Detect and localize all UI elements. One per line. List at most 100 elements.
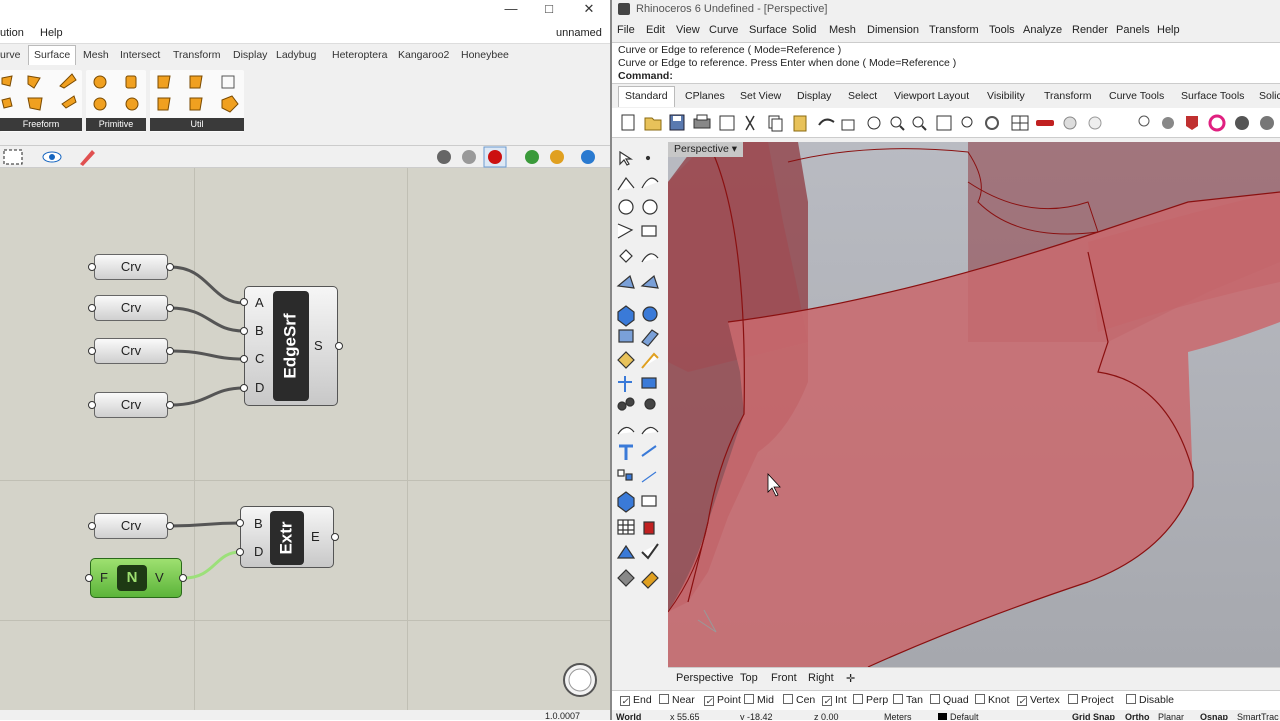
crv-param-2[interactable]: Crv bbox=[94, 295, 168, 321]
sphere-icon[interactable] bbox=[1235, 116, 1249, 130]
wireframe-preview-icon[interactable] bbox=[462, 150, 476, 164]
fillet-icon[interactable] bbox=[617, 426, 635, 435]
input-grip[interactable] bbox=[88, 263, 96, 271]
sketch-pen-icon[interactable] bbox=[80, 150, 95, 166]
viewport-tab-top[interactable]: Top bbox=[740, 672, 758, 684]
new-file-icon[interactable] bbox=[621, 114, 635, 131]
crv-param-5[interactable]: Crv bbox=[94, 513, 168, 539]
polyline-icon[interactable] bbox=[617, 176, 635, 191]
minimize-icon[interactable]: — bbox=[492, 0, 530, 20]
osnap-near[interactable]: Near bbox=[659, 694, 695, 706]
osnap-point-checkbox[interactable]: ✓ bbox=[704, 696, 714, 706]
tab-display[interactable]: Display bbox=[233, 49, 267, 61]
box-icon[interactable] bbox=[617, 305, 635, 327]
osnap-perp[interactable]: Perp bbox=[853, 694, 888, 706]
tab-surface-tools[interactable]: Surface Tools bbox=[1181, 90, 1244, 102]
offset-icon[interactable] bbox=[641, 253, 659, 263]
render-tool-icon[interactable] bbox=[617, 569, 635, 587]
edgesrf-grip-d[interactable] bbox=[240, 384, 248, 392]
explode-icon[interactable] bbox=[617, 351, 635, 369]
command-prompt[interactable]: Command: bbox=[618, 70, 1274, 83]
status-osnap[interactable]: Osnap bbox=[1200, 712, 1228, 720]
trim-icon[interactable] bbox=[641, 352, 659, 369]
status-grid-snap[interactable]: Grid Snap bbox=[1072, 712, 1115, 720]
display-mode-icon[interactable] bbox=[525, 150, 539, 164]
vector-grip-out[interactable] bbox=[179, 574, 187, 582]
osnap-tan[interactable]: Tan bbox=[893, 694, 923, 706]
osnap-knot-checkbox[interactable] bbox=[975, 694, 985, 704]
output-grip[interactable] bbox=[166, 263, 174, 271]
tab-visibility[interactable]: Visibility bbox=[987, 90, 1025, 102]
menu-analyze[interactable]: Analyze bbox=[1023, 24, 1062, 36]
properties-icon[interactable] bbox=[719, 115, 735, 131]
extrude-component[interactable]: B D Extr E bbox=[240, 506, 334, 568]
preview-eye-icon[interactable] bbox=[42, 151, 62, 163]
zoom-icon[interactable] bbox=[890, 116, 905, 131]
osnap-quad[interactable]: Quad bbox=[930, 694, 969, 706]
osnap-mid[interactable]: Mid bbox=[744, 694, 774, 706]
status-layer[interactable]: Default bbox=[938, 712, 979, 720]
material-icon[interactable] bbox=[550, 150, 564, 164]
zoom-extents-icon[interactable] bbox=[3, 149, 23, 165]
light-bulb-icon[interactable] bbox=[1138, 115, 1150, 127]
tab-viewport-layout[interactable]: Viewport Layout bbox=[894, 90, 969, 102]
menu-mesh[interactable]: Mesh bbox=[829, 24, 856, 36]
viewport-tab-perspective[interactable]: Perspective bbox=[676, 672, 733, 684]
transform-icon[interactable] bbox=[618, 376, 632, 392]
osnap-perp-checkbox[interactable] bbox=[853, 694, 863, 704]
gh-canvas[interactable]: Crv Crv Crv Crv A B C D EdgeSrf S Crv F … bbox=[0, 168, 610, 710]
output-grip[interactable] bbox=[166, 304, 174, 312]
edgesrf-component[interactable]: A B C D EdgeSrf S bbox=[244, 286, 338, 406]
tab-surface[interactable]: Surface bbox=[28, 45, 77, 65]
menu-panels[interactable]: Panels bbox=[1116, 24, 1150, 36]
tab-set-view[interactable]: Set View bbox=[740, 90, 781, 102]
osnap-quad-checkbox[interactable] bbox=[930, 694, 940, 704]
render-sphere-icon[interactable] bbox=[581, 150, 595, 164]
edgesrf-grip-b[interactable] bbox=[240, 327, 248, 335]
menu-curve[interactable]: Curve bbox=[709, 24, 738, 36]
tab-transform[interactable]: Transform bbox=[173, 49, 220, 61]
osnap-point[interactable]: ✓ Point bbox=[704, 694, 741, 706]
ribbon-label-util[interactable]: Util bbox=[150, 118, 244, 131]
canvas-widget-icon[interactable] bbox=[560, 660, 600, 700]
zoom-extents-icon[interactable] bbox=[936, 115, 952, 131]
edgesrf-grip-a[interactable] bbox=[240, 298, 248, 306]
circle-tool-icon[interactable] bbox=[642, 199, 658, 215]
ribbon-label-freeform[interactable]: Freeform bbox=[0, 118, 82, 131]
rectangle-icon[interactable] bbox=[641, 225, 657, 237]
tab-select[interactable]: Select bbox=[848, 90, 877, 102]
surface-loft-icon[interactable] bbox=[640, 274, 659, 289]
save-icon[interactable] bbox=[669, 114, 685, 131]
tab-solid-tools[interactable]: Solic bbox=[1259, 90, 1280, 102]
shaded-preview-icon[interactable] bbox=[437, 150, 451, 164]
tab-ladybug[interactable]: Ladybug bbox=[276, 49, 316, 61]
print-icon[interactable] bbox=[693, 114, 711, 129]
close-icon[interactable]: ✕ bbox=[570, 0, 608, 20]
curve-icon[interactable] bbox=[641, 177, 659, 189]
select-arrow-icon[interactable] bbox=[619, 150, 634, 166]
menu-solid[interactable]: Solid bbox=[792, 24, 816, 36]
menu-edit[interactable]: Edit bbox=[646, 24, 665, 36]
arc-icon[interactable] bbox=[617, 223, 634, 239]
tab-heteroptera[interactable]: Heteroptera bbox=[332, 49, 387, 61]
tab-curve[interactable]: urve bbox=[0, 49, 20, 61]
osnap-near-checkbox[interactable] bbox=[659, 694, 669, 704]
tab-standard[interactable]: Standard bbox=[618, 86, 675, 107]
grid-icon[interactable] bbox=[617, 519, 635, 535]
menu-transform[interactable]: Transform bbox=[929, 24, 979, 36]
input-grip[interactable] bbox=[88, 347, 96, 355]
material-icon[interactable] bbox=[1162, 117, 1174, 129]
crv-param-4[interactable]: Crv bbox=[94, 392, 168, 418]
menu-solution[interactable]: ution bbox=[0, 27, 24, 39]
ribbon-label-primitive[interactable]: Primitive bbox=[86, 118, 146, 131]
group-tool-icon[interactable] bbox=[644, 398, 656, 410]
selected-preview-icon[interactable] bbox=[483, 146, 507, 168]
extr-grip-b[interactable] bbox=[236, 519, 244, 527]
command-area[interactable]: Curve or Edge to reference ( Mode=Refere… bbox=[612, 42, 1280, 84]
hatch-icon[interactable] bbox=[641, 445, 657, 457]
rotate-icon[interactable] bbox=[985, 116, 999, 130]
output-grip[interactable] bbox=[166, 522, 174, 530]
osnap-vertex[interactable]: ✓ Vertex bbox=[1017, 694, 1060, 706]
osnap-knot[interactable]: Knot bbox=[975, 694, 1010, 706]
zoom-selected-icon[interactable] bbox=[961, 116, 973, 128]
